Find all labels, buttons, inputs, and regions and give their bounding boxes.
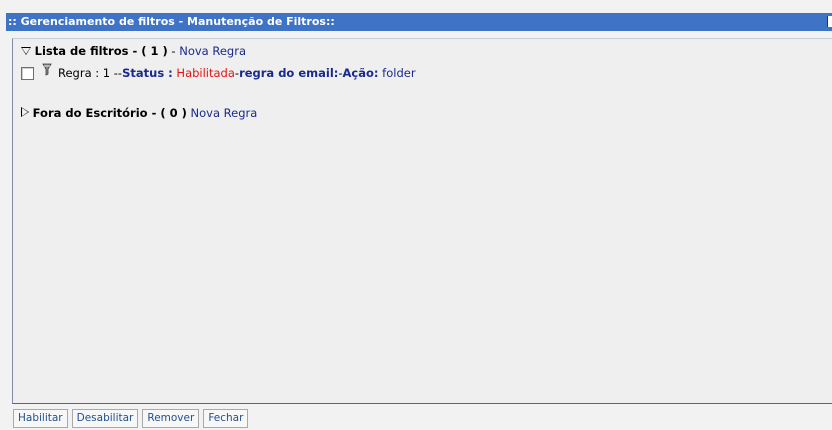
window-corner-control[interactable] xyxy=(827,16,832,27)
section-filter-list-title: Lista de filtros xyxy=(34,44,129,58)
triangle-down-icon[interactable] xyxy=(21,47,31,55)
section-filter-list-count: ( 1 ) xyxy=(141,44,168,58)
section-filter-list-dash: - xyxy=(167,44,180,58)
rule-email-label: regra do email: xyxy=(239,66,339,80)
window-title: :: Gerenciamento de filtros - Manutenção… xyxy=(8,15,335,28)
section-filter-list-separator: - xyxy=(128,44,142,58)
footer-actions: Habilitar Desabilitar Remover Fechar xyxy=(13,409,249,428)
remove-button[interactable]: Remover xyxy=(142,409,200,428)
filter-funnel-icon xyxy=(42,63,52,77)
section-out-of-office-title: Fora do Escritório xyxy=(32,106,148,120)
filters-panel: Lista de filtros - ( 1 ) - Nova Regra Re… xyxy=(12,38,832,404)
section-out-of-office: Fora do Escritório - ( 0 ) Nova Regra xyxy=(21,106,257,120)
section-out-of-office-separator: - xyxy=(147,106,161,120)
rule-checkbox[interactable] xyxy=(21,66,34,80)
disable-button[interactable]: Desabilitar xyxy=(71,409,139,428)
triangle-right-icon[interactable] xyxy=(21,107,29,117)
enable-button[interactable]: Habilitar xyxy=(13,409,68,428)
close-button[interactable]: Fechar xyxy=(203,409,249,428)
rule-action-label: Ação: xyxy=(342,66,379,80)
rule-status-value: Habilitada xyxy=(176,66,235,80)
new-rule-link-out-of-office[interactable]: Nova Regra xyxy=(191,106,258,120)
window-titlebar: :: Gerenciamento de filtros - Manutenção… xyxy=(6,13,832,31)
section-out-of-office-count: ( 0 ) xyxy=(160,106,187,120)
rule-row: Regra : 1 -- Status : Habilitada - regra… xyxy=(21,63,416,80)
rule-status-label: Status : xyxy=(122,66,173,80)
new-rule-link[interactable]: Nova Regra xyxy=(179,44,246,58)
section-filter-list: Lista de filtros - ( 1 ) - Nova Regra xyxy=(21,44,246,58)
rule-label: Regra : 1 -- xyxy=(58,66,123,80)
rule-action-value: folder xyxy=(382,66,416,80)
